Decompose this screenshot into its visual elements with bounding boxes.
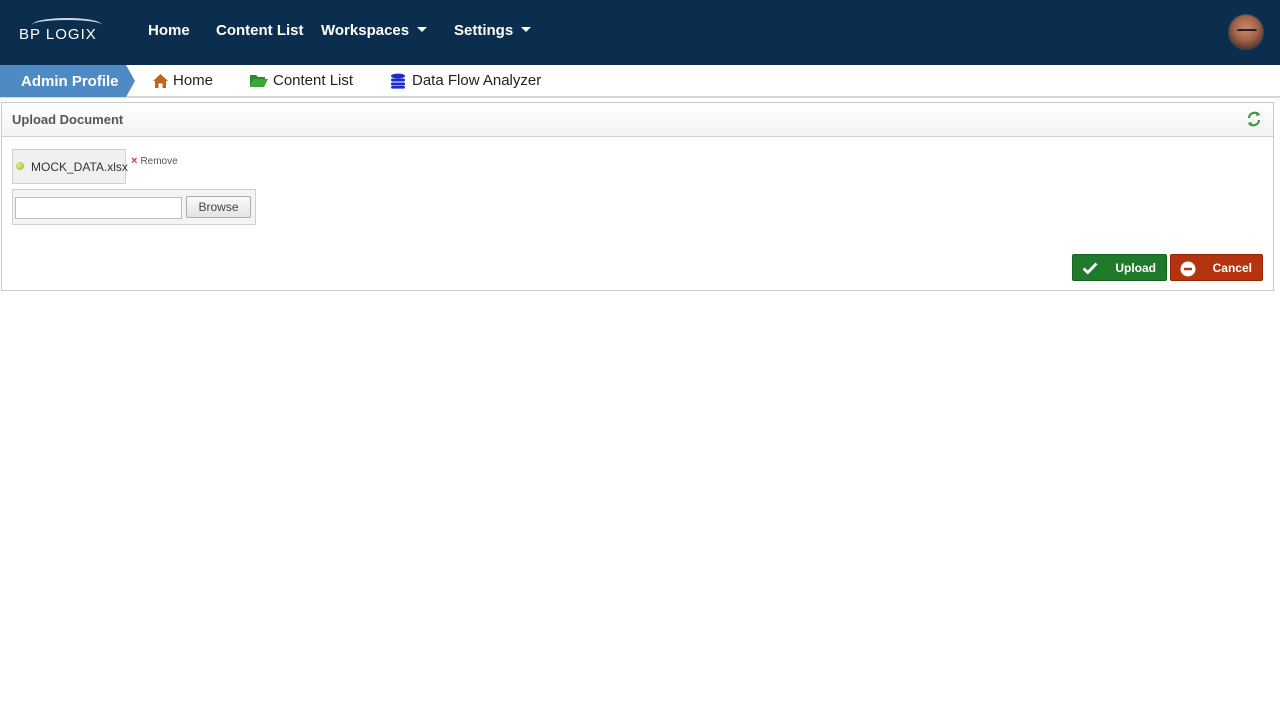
cancel-button-label: Cancel <box>1212 261 1252 275</box>
panel-header: Upload Document <box>2 103 1273 137</box>
bp-logix-logo[interactable]: BP LOGIX <box>18 18 106 46</box>
breadcrumb-content-list-label: Content List <box>273 72 354 89</box>
home-icon <box>153 73 168 88</box>
uploaded-file-name: MOCK_DATA.xlsx <box>31 160 128 174</box>
file-path-input[interactable] <box>15 197 182 219</box>
remove-file-label: Remove <box>140 156 178 167</box>
breadcrumb-data-flow-analyzer[interactable]: Data Flow Analyzer <box>389 72 541 89</box>
uploaded-file-chip: MOCK_DATA.xlsx <box>12 149 128 184</box>
user-avatar[interactable] <box>1228 14 1264 50</box>
breadcrumb: Admin Profile Home Content List Data Flo… <box>0 65 1280 98</box>
breadcrumb-content-list[interactable]: Content List <box>249 72 353 89</box>
page-title: Upload Document <box>12 112 124 127</box>
nav-settings-label: Settings <box>454 22 514 39</box>
breadcrumb-data-flow-label: Data Flow Analyzer <box>412 72 542 89</box>
breadcrumb-admin-profile[interactable]: Admin Profile <box>0 65 135 97</box>
cancel-button[interactable]: Cancel <box>1170 254 1263 281</box>
check-icon <box>1082 262 1098 275</box>
close-icon: × <box>131 155 138 167</box>
refresh-icon[interactable] <box>1245 110 1263 128</box>
nav-workspaces-label: Workspaces <box>321 22 410 39</box>
top-nav-bar: BP LOGIX Home Content List Workspaces Se… <box>0 0 1280 65</box>
minus-circle-icon <box>1180 261 1196 277</box>
chevron-down-icon <box>521 26 532 32</box>
browse-button[interactable]: Browse <box>186 196 251 218</box>
breadcrumb-home-label: Home <box>173 72 214 89</box>
chevron-down-icon <box>417 26 428 32</box>
database-icon <box>391 73 405 89</box>
logo-text: BP LOGIX <box>19 26 97 43</box>
upload-button[interactable]: Upload <box>1072 254 1167 281</box>
nav-settings[interactable]: Settings <box>454 22 532 39</box>
file-upload-control: Browse <box>12 189 256 225</box>
nav-content-list[interactable]: Content List <box>216 22 304 39</box>
upload-document-panel: Upload Document MOCK_DATA.xlsx × Remove B… <box>1 102 1274 291</box>
nav-home[interactable]: Home <box>148 22 190 39</box>
folder-open-icon <box>250 75 268 87</box>
nav-workspaces[interactable]: Workspaces <box>321 22 428 39</box>
breadcrumb-home[interactable]: Home <box>152 72 213 89</box>
upload-button-label: Upload <box>1115 261 1156 275</box>
status-dot-icon <box>16 162 24 170</box>
remove-file-link[interactable]: × Remove <box>131 155 178 167</box>
